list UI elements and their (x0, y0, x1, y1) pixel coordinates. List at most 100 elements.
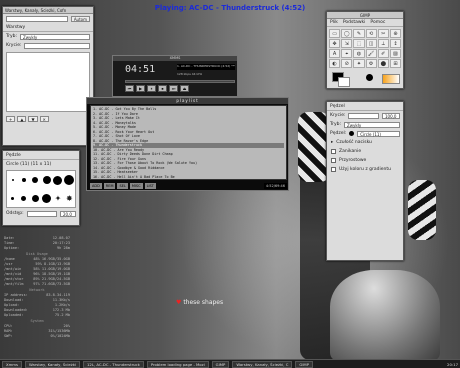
layers-tab[interactable]: Warstwy (6, 25, 25, 30)
gradient-label: Użyj koloru z gradientu (339, 167, 391, 172)
xmms-seekbar[interactable] (125, 80, 235, 83)
tool-icon[interactable]: ✥ (329, 39, 341, 48)
tool-icon[interactable]: ✐ (377, 49, 389, 58)
tool-icon[interactable]: ⚙ (365, 59, 377, 68)
gradient-checkbox-row[interactable]: Użyj koloru z gradientu (327, 165, 403, 174)
menu-item-0[interactable]: Plik (330, 20, 338, 25)
tool-icon[interactable]: ◫ (365, 39, 377, 48)
pause-icon[interactable]: ⏸ (147, 85, 156, 92)
taskbar-item[interactable]: 12L, AC-DC - Thunderstruck (82, 360, 144, 368)
mode-select[interactable]: Zwykły (19, 33, 90, 40)
tool-icon[interactable]: ⟲ (365, 29, 377, 38)
tool-icon[interactable]: ↕ (389, 39, 401, 48)
playlist-list[interactable]: 1. AC-DC - Got You By The Balls 2. AC-DC … (90, 105, 287, 180)
brush-dot-icon[interactable] (21, 195, 27, 201)
tool-icon[interactable]: ⌖ (341, 49, 353, 58)
brush-dot-icon[interactable] (42, 176, 51, 185)
tool-icon[interactable]: ✎ (353, 29, 365, 38)
stop-icon[interactable]: ⏹ (158, 85, 167, 92)
tool-icon[interactable]: ⬚ (353, 39, 365, 48)
taskbar-item[interactable]: Xmms (2, 360, 22, 368)
layers-titlebar[interactable]: Warstwy, Kanały, Ścieżki, Cofn (3, 7, 93, 14)
eject-icon[interactable]: ⏏ (180, 85, 189, 92)
play-icon[interactable]: ▶ (136, 85, 145, 92)
fade-checkbox[interactable] (331, 149, 336, 154)
fade-checkbox-row[interactable]: Zanikanie (327, 147, 403, 156)
opacity-slider[interactable] (24, 42, 90, 49)
prev-icon[interactable]: ⏮ (125, 85, 134, 92)
tool-icon[interactable]: ✂ (377, 29, 389, 38)
tool-icon[interactable]: ◯ (341, 29, 353, 38)
brush-star-icon[interactable]: ✸ (66, 194, 73, 203)
gimp-titlebar[interactable]: GIMP (327, 12, 403, 19)
tool-icon[interactable]: ◐ (329, 59, 341, 68)
tool-icon[interactable]: ⊕ (389, 29, 401, 38)
brushes-grid[interactable]: ✦ ✸ (6, 170, 76, 208)
menu-item-2[interactable]: Pomoc (370, 20, 385, 25)
brush-dot-icon[interactable] (32, 177, 39, 184)
tool-icon[interactable]: 🖌 (365, 49, 377, 58)
mode-label: Tryb: (6, 34, 17, 39)
tool-icon[interactable]: ⇲ (341, 39, 353, 48)
tool-icon[interactable]: ◍ (353, 49, 365, 58)
bo-brush-dot-icon[interactable] (349, 131, 355, 136)
brush-dot-icon[interactable] (11, 196, 15, 200)
tool-icon[interactable]: ▭ (329, 29, 341, 38)
background-color-swatch[interactable] (338, 77, 350, 87)
layers-list[interactable] (6, 52, 90, 112)
auto-button[interactable]: Autom (70, 15, 90, 22)
delete-layer-button[interactable]: ✕ (39, 115, 49, 122)
playlist-add-button[interactable]: ADD (90, 183, 102, 189)
playlist-title[interactable]: playlist (87, 98, 288, 104)
tool-icon[interactable]: ⊞ (389, 59, 401, 68)
taskbar-item[interactable]: Warstwy, Kanały, Ścieżki, C (232, 360, 293, 368)
tool-icon[interactable]: ✦ (353, 59, 365, 68)
tool-icon[interactable]: ⊘ (341, 59, 353, 68)
taskbar-item[interactable]: Warstwy, Kanały, Ścieżki (24, 360, 80, 368)
bo-brush-row: Pędzel: Circle (11) (327, 129, 403, 138)
incremental-label: Przyrostowe (339, 158, 367, 163)
lower-layer-button[interactable]: ▼ (28, 115, 38, 122)
taskbar-item[interactable]: GIMP (211, 360, 230, 368)
brush-dot-icon[interactable] (21, 178, 26, 183)
tool-icon[interactable]: A (329, 49, 341, 58)
brush-dot-icon[interactable] (42, 193, 52, 203)
bo-opacity-slider[interactable] (348, 112, 379, 119)
tool-icon[interactable]: ⬤ (377, 59, 389, 68)
xmms-titlebar[interactable]: XMMS (113, 56, 237, 61)
next-icon[interactable]: ⏭ (169, 85, 178, 92)
xmms-time-display[interactable]: 04:51 (125, 64, 175, 78)
bo-mode-select[interactable]: Zwykły (343, 121, 400, 128)
brush-dot-icon[interactable] (11, 179, 14, 182)
pressure-sensitivity-toggle[interactable]: ▸ Czułość nacisku (327, 138, 403, 147)
playlist-rem-button[interactable]: REM (103, 183, 116, 189)
bo-opacity-value[interactable]: 100,0 (382, 112, 400, 119)
playlist-sel-button[interactable]: SEL (117, 183, 128, 189)
tool-icon[interactable]: ▨ (389, 49, 401, 58)
gradient-preview[interactable] (382, 74, 400, 84)
wallpaper-striped-glove (408, 180, 436, 240)
bo-brush-name[interactable]: Circle (11) (357, 130, 400, 137)
heart-icon: ♥ (176, 299, 182, 306)
spacing-slider[interactable] (26, 210, 57, 217)
brush-dot-icon[interactable] (31, 194, 39, 202)
brush-dot-icon[interactable] (64, 175, 75, 186)
gradient-checkbox[interactable] (331, 167, 336, 172)
brush-star-icon[interactable]: ✦ (55, 194, 62, 203)
taskbar-item[interactable]: Problem loading page - Mozi (146, 360, 209, 368)
conky-row: SWP: 0%/1024Mb (2, 334, 72, 339)
playlist-misc-button[interactable]: MISC (129, 183, 143, 189)
taskbar-item[interactable]: GIMP (295, 360, 314, 368)
incremental-checkbox[interactable] (331, 158, 336, 163)
incremental-checkbox-row[interactable]: Przyrostowe (327, 156, 403, 165)
raise-layer-button[interactable]: ▲ (17, 115, 27, 122)
image-selector[interactable] (6, 15, 68, 22)
brush-dot-icon[interactable] (53, 175, 63, 185)
brush-preview-icon[interactable] (366, 74, 373, 81)
spacing-value[interactable]: 20,0 (60, 210, 76, 217)
playlist-list-button[interactable]: LIST (144, 183, 156, 189)
new-layer-button[interactable]: + (6, 115, 16, 122)
tool-icon[interactable]: ⟂ (377, 39, 389, 48)
menu-item-1[interactable]: Podstawki (343, 20, 366, 25)
playlist-track[interactable]: 16. AC-DC - Hell Ain't A Bad Place To Be (93, 175, 284, 180)
